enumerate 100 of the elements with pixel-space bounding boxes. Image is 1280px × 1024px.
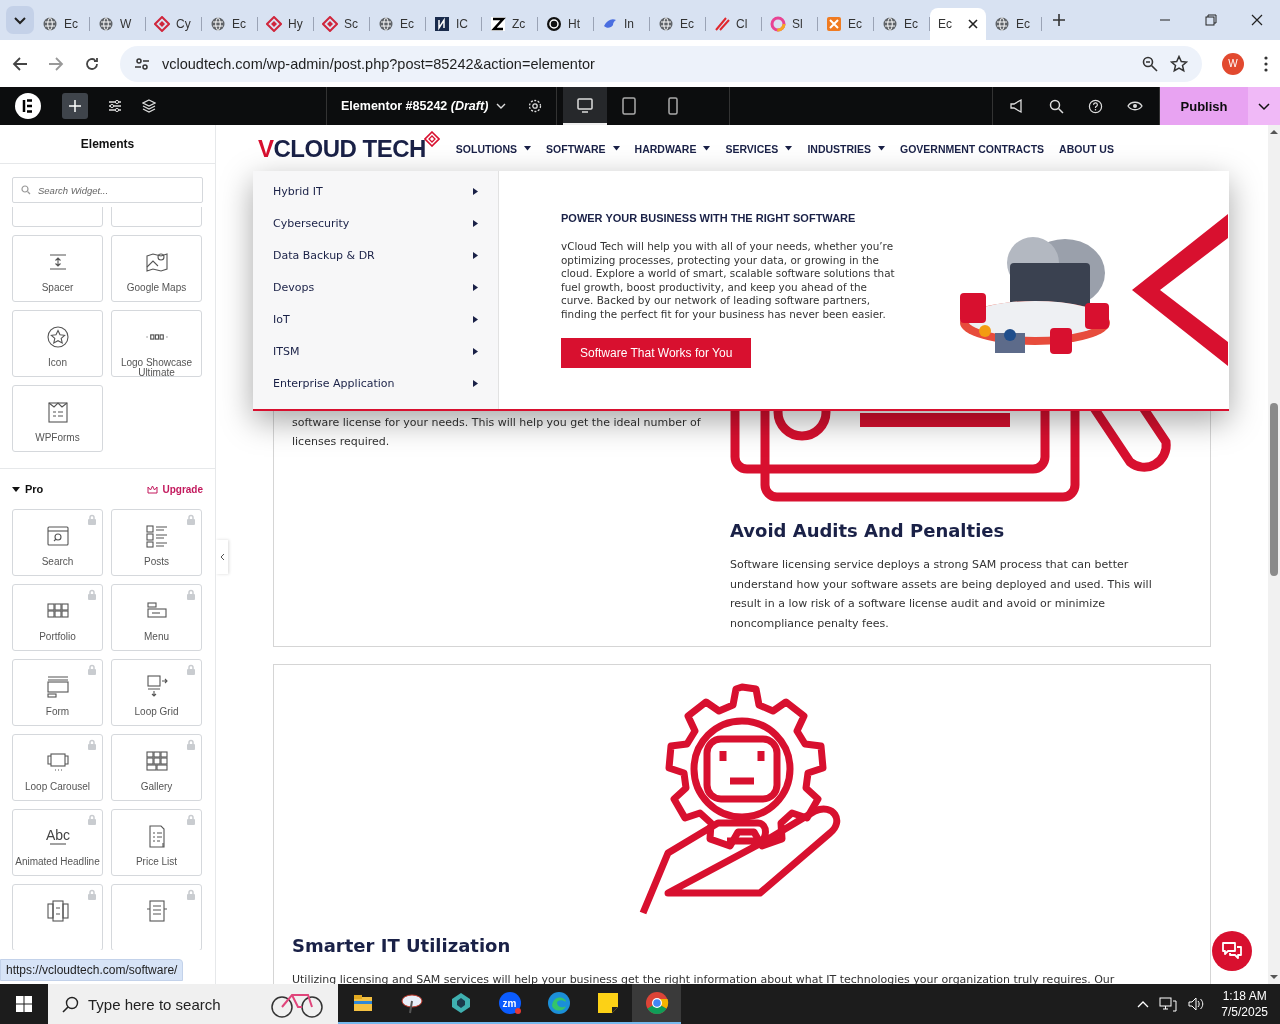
collapse-panel-handle[interactable] [216, 540, 228, 574]
body-text: Software licensing service deploys a strong SAM process that can better understand how your software assets are being deployed and used. This will result in a low risk of a software license audit and avoid or minimize noncompliance penalty fees. [730, 557, 1153, 632]
widget-card[interactable]: Search [12, 509, 103, 576]
nav-link[interactable]: INDUSTRIES [807, 142, 885, 155]
browser-tab[interactable]: Ec [370, 8, 426, 40]
caret-down-icon [785, 146, 793, 151]
widget-card[interactable]: Loop Grid [111, 659, 202, 726]
browser-tab[interactable]: Ec [986, 8, 1042, 40]
widget-card[interactable]: Logo Showcase Ultimate [111, 310, 202, 377]
status-url-tooltip: https://vcloudtech.com/software/ [0, 959, 184, 981]
settings-sliders-icon[interactable] [108, 99, 122, 113]
layers-icon[interactable] [142, 99, 156, 113]
elementor-logo-icon[interactable] [14, 92, 42, 120]
submenu-item[interactable]: Devops [253, 271, 498, 303]
nav-link[interactable]: SOLUTIONS [455, 142, 532, 155]
scroll-down-icon[interactable] [1270, 974, 1278, 980]
scrollbar-thumb[interactable] [1270, 403, 1278, 576]
forward-icon[interactable] [48, 55, 64, 72]
network-icon[interactable] [1159, 996, 1178, 1012]
widget-card[interactable]: Posts [111, 509, 202, 576]
browser-tab[interactable]: Ec [650, 8, 706, 40]
zoom-icon[interactable] [1142, 55, 1158, 72]
submenu-item[interactable]: Cybersecurity [253, 207, 498, 239]
chat-button[interactable] [1212, 931, 1252, 971]
taskbar-app[interactable]: zm [485, 984, 534, 1024]
browser-tab[interactable]: Ec [874, 8, 930, 40]
restore-icon[interactable] [1205, 14, 1217, 26]
taskbar-app[interactable] [632, 984, 681, 1024]
cta-button[interactable]: Software That Works for You [561, 338, 752, 368]
nav-link[interactable]: SERVICES [725, 142, 793, 155]
widget-card[interactable]: WPForms [12, 385, 103, 452]
pro-section-toggle[interactable]: Pro [12, 483, 44, 495]
browser-tab[interactable]: Ht [538, 8, 594, 40]
nav-link[interactable]: HARDWARE [634, 142, 711, 155]
gear-icon[interactable] [528, 99, 543, 113]
menu-icon[interactable] [1264, 55, 1268, 72]
widget-card[interactable]: Spacer [12, 235, 103, 302]
widget-card[interactable]: Abc Animated Headline [12, 809, 103, 876]
browser-tab[interactable]: Ec [34, 8, 90, 40]
widget-card[interactable]: Portfolio [12, 584, 103, 651]
browser-tab[interactable]: Hy [258, 8, 314, 40]
new-tab-icon[interactable] [1052, 13, 1066, 27]
browser-tab[interactable]: IC [426, 8, 482, 40]
browser-tab[interactable]: Sc [314, 8, 370, 40]
submenu-item[interactable]: Hybrid IT [253, 175, 498, 207]
submenu-item[interactable]: Data Backup & DR [253, 239, 498, 271]
plus-icon [69, 100, 81, 112]
nav-link[interactable]: SOFTWARE [546, 142, 620, 155]
address-bar[interactable]: vcloudtech.com/wp-admin/post.php?post=85242&action=elementor [120, 45, 1202, 82]
widget-card[interactable]: Loop Carousel [12, 734, 103, 801]
nav-link[interactable]: ABOUT US [1059, 142, 1114, 155]
widget-card[interactable]: Price List [111, 809, 202, 876]
submenu-item[interactable]: Enterprise Application [253, 367, 498, 399]
nav-link[interactable]: GOVERNMENT CONTRACTS [899, 142, 1045, 155]
chevron-down-icon [1258, 100, 1270, 112]
browser-tab[interactable]: Cl [706, 8, 762, 40]
chevron-down-icon[interactable] [496, 101, 507, 111]
profile-avatar[interactable]: W [1222, 52, 1244, 75]
megaphone-icon[interactable] [1009, 98, 1025, 114]
upgrade-link[interactable]: Upgrade [147, 483, 203, 495]
search-icon[interactable] [1049, 98, 1064, 114]
widget-card[interactable]: Gallery [111, 734, 202, 801]
browser-tab[interactable]: In [594, 8, 650, 40]
browser-tab[interactable]: Ec [930, 8, 986, 40]
reload-icon[interactable] [84, 55, 100, 72]
close-icon[interactable] [1251, 14, 1263, 26]
publish-button[interactable]: Publish [1160, 87, 1248, 125]
browser-tab[interactable]: Ec [202, 8, 258, 40]
clock[interactable]: 1:18 AM 7/5/2025 [1221, 988, 1268, 1020]
document-title[interactable]: Elementor #85242 (Draft) [341, 99, 489, 113]
tab-list-icon[interactable] [6, 6, 34, 34]
widget-card[interactable]: Google Maps [111, 235, 202, 302]
search-field[interactable]: Search Widget... [12, 177, 203, 203]
device-desktop-button[interactable] [563, 87, 608, 125]
browser-tab[interactable]: Ec [818, 8, 874, 40]
taskbar-search-field[interactable]: Type here to search [48, 984, 338, 1024]
widget-card[interactable] [111, 884, 202, 950]
browser-tab[interactable]: W [90, 8, 146, 40]
publish-options-button[interactable] [1248, 87, 1280, 125]
submenu-item[interactable]: ITSM [253, 335, 498, 367]
browser-tab[interactable]: Sl [762, 8, 818, 40]
help-icon[interactable] [1088, 98, 1103, 114]
volume-icon[interactable] [1187, 996, 1206, 1012]
favicon-icon [434, 16, 450, 32]
widget-card[interactable] [12, 884, 103, 950]
back-icon[interactable] [12, 55, 28, 72]
add-element-button[interactable] [62, 93, 88, 119]
widget-card[interactable]: Form [12, 659, 103, 726]
star-icon[interactable] [1170, 54, 1188, 73]
widget-card[interactable]: Menu [111, 584, 202, 651]
close-icon[interactable] [968, 19, 978, 29]
widget-card[interactable]: Icon [12, 310, 103, 377]
site-logo[interactable]: VCLOUD TECH [258, 134, 440, 163]
browser-tab[interactable]: Cy [146, 8, 202, 40]
submenu-item[interactable]: IoT [253, 303, 498, 335]
favicon-icon [322, 16, 338, 32]
pricing-icon [44, 898, 71, 924]
chevron-up-icon[interactable] [1137, 1000, 1150, 1008]
scroll-up-icon[interactable] [1270, 129, 1278, 135]
browser-tab[interactable]: Zc [482, 8, 538, 40]
